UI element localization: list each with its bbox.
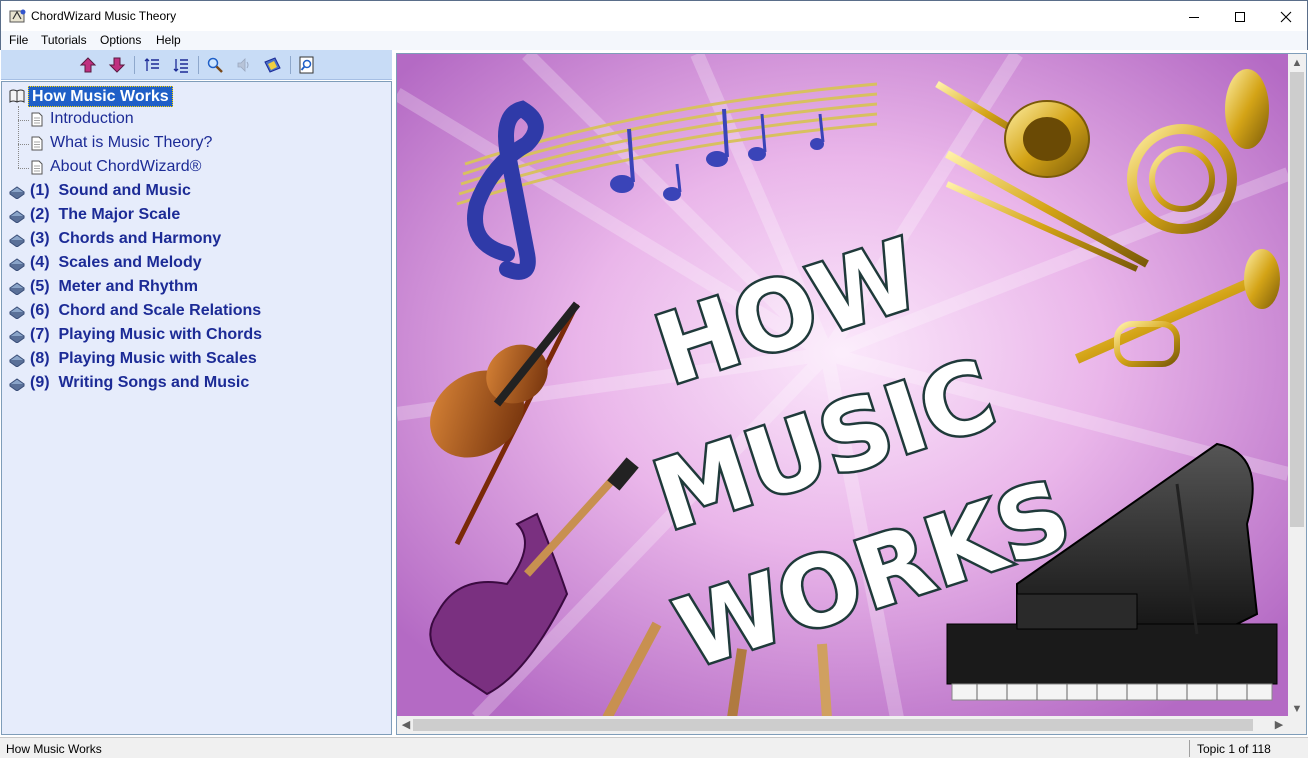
tree-item-how-music-works[interactable]: How Music Works <box>2 84 391 108</box>
tree-chapter-label: (6) Chord and Scale Relations <box>30 302 262 319</box>
topic-tree[interactable]: How Music Works Introduction What is Mus… <box>1 81 392 735</box>
tree-item-introduction[interactable]: Introduction <box>2 108 391 132</box>
tree-child-label: About ChordWizard® <box>50 158 202 175</box>
search-button[interactable] <box>204 54 226 76</box>
collapse-all-button[interactable] <box>141 54 163 76</box>
horizontal-scroll-thumb[interactable] <box>413 719 1253 731</box>
maximize-button[interactable] <box>1217 1 1263 32</box>
status-current-topic: How Music Works <box>6 742 102 756</box>
title-bar: ChordWizard Music Theory <box>0 0 1308 31</box>
speaker-icon <box>237 58 249 72</box>
tree-chapter-4[interactable]: (4) Scales and Melody <box>2 252 391 276</box>
open-book-icon <box>9 89 25 103</box>
scroll-corner <box>1288 716 1306 734</box>
tree-chapter-label: (8) Playing Music with Scales <box>30 350 257 367</box>
bookmark-icon <box>264 57 281 73</box>
vertical-scroll-thumb[interactable] <box>1290 72 1304 527</box>
closed-book-icon <box>9 210 25 223</box>
expand-all-button[interactable] <box>170 54 192 76</box>
tree-chapter-2[interactable]: (2) The Major Scale <box>2 204 391 228</box>
find-in-page-button[interactable] <box>296 54 318 76</box>
tree-chapter-9[interactable]: (9) Writing Songs and Music <box>2 372 391 396</box>
menu-options[interactable]: Options <box>100 33 141 47</box>
topic-content-panel[interactable]: HOW MUSIC WORKS ▲ ▼ ◀ ▶ <box>396 53 1307 735</box>
next-topic-button[interactable] <box>106 54 128 76</box>
tree-chapter-1[interactable]: (1) Sound and Music <box>2 180 391 204</box>
tree-item-about-chordwizard[interactable]: About ChordWizard® <box>2 156 391 180</box>
tree-child-label: Introduction <box>50 110 134 127</box>
tree-item-what-is-music-theory[interactable]: What is Music Theory? <box>2 132 391 156</box>
status-topic-count: Topic 1 of 118 <box>1197 742 1271 756</box>
tree-chapter-5[interactable]: (5) Meter and Rhythm <box>2 276 391 300</box>
horizontal-scrollbar[interactable]: ◀ ▶ <box>397 716 1288 734</box>
navigation-toolbar <box>1 50 392 80</box>
search-icon <box>207 57 223 73</box>
scroll-down-icon[interactable]: ▼ <box>1289 701 1305 717</box>
page-icon <box>31 112 43 127</box>
vertical-scrollbar[interactable]: ▲ ▼ <box>1288 54 1306 718</box>
bookmark-button[interactable] <box>262 54 284 76</box>
window-title: ChordWizard Music Theory <box>31 9 177 23</box>
audio-button[interactable] <box>233 54 255 76</box>
closed-book-icon <box>9 282 25 295</box>
tree-root-label: How Music Works <box>28 86 173 107</box>
status-separator <box>1189 740 1190 757</box>
tree-chapter-label: (7) Playing Music with Chords <box>30 326 263 343</box>
tree-chapter-3[interactable]: (3) Chords and Harmony <box>2 228 391 252</box>
tree-connector <box>18 168 29 169</box>
closed-book-icon <box>9 306 25 319</box>
scroll-right-icon[interactable]: ▶ <box>1271 717 1287 733</box>
closed-book-icon <box>9 354 25 367</box>
how-music-works-banner: HOW MUSIC WORKS <box>397 54 1288 718</box>
scroll-up-icon[interactable]: ▲ <box>1289 55 1305 71</box>
closed-book-icon <box>9 234 25 247</box>
menu-help[interactable]: Help <box>156 33 181 47</box>
closed-book-icon <box>9 258 25 271</box>
arrow-down-icon <box>108 57 126 73</box>
tree-chapter-label: (1) Sound and Music <box>30 182 191 199</box>
toolbar-separator <box>134 56 135 74</box>
tree-chapter-7[interactable]: (7) Playing Music with Chords <box>2 324 391 348</box>
sort-descending-icon <box>173 59 188 73</box>
page-icon <box>31 160 43 175</box>
closed-book-icon <box>9 330 25 343</box>
tree-chapter-label: (5) Meter and Rhythm <box>30 278 199 295</box>
minimize-button[interactable] <box>1171 1 1217 32</box>
menu-tutorials[interactable]: Tutorials <box>41 33 87 47</box>
tree-chapter-label: (9) Writing Songs and Music <box>30 374 250 391</box>
tree-chapter-label: (3) Chords and Harmony <box>30 230 222 247</box>
toolbar-separator <box>290 56 291 74</box>
chordwizard-app-icon[interactable] <box>9 8 27 24</box>
close-button[interactable] <box>1263 1 1308 32</box>
tree-child-label: What is Music Theory? <box>50 134 213 151</box>
sort-ascending-icon <box>144 58 159 71</box>
toolbar-separator <box>198 56 199 74</box>
tree-connector <box>18 144 29 145</box>
tree-chapter-label: (4) Scales and Melody <box>30 254 202 271</box>
closed-book-icon <box>9 186 25 199</box>
tree-chapter-label: (2) The Major Scale <box>30 206 181 223</box>
tree-chapter-6[interactable]: (6) Chord and Scale Relations <box>2 300 391 324</box>
menu-file[interactable]: File <box>9 33 28 47</box>
closed-book-icon <box>9 378 25 391</box>
tree-connector <box>18 120 29 121</box>
tree-chapter-8[interactable]: (8) Playing Music with Scales <box>2 348 391 372</box>
arrow-up-icon <box>79 57 97 73</box>
status-bar: How Music Works Topic 1 of 118 <box>0 737 1308 758</box>
scroll-left-icon[interactable]: ◀ <box>398 717 414 733</box>
previous-topic-button[interactable] <box>77 54 99 76</box>
find-page-icon <box>299 56 314 74</box>
menu-bar: File Tutorials Options Help <box>0 31 1308 50</box>
page-icon <box>31 136 43 151</box>
